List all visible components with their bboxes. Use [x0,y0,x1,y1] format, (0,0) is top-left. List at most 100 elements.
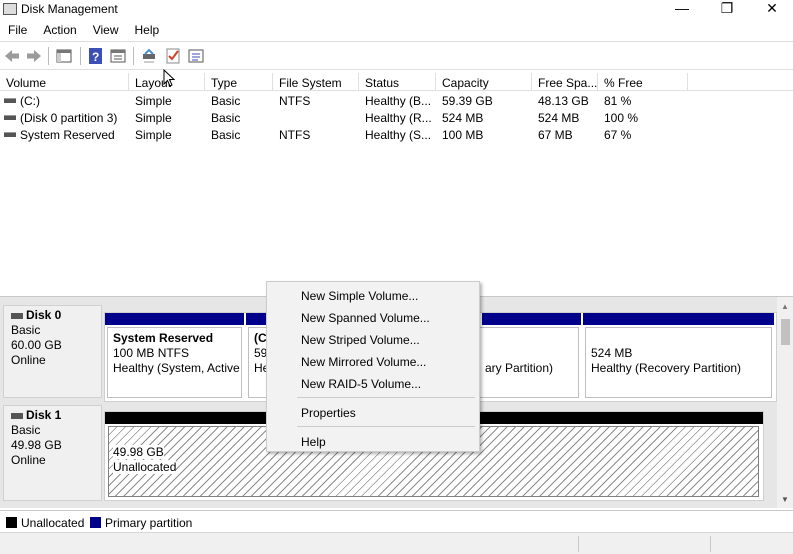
unallocated-swatch [6,517,17,528]
disk-0-label[interactable]: Disk 0 Basic 60.00 GB Online [3,305,102,398]
primary-partition-bar [105,313,246,325]
disk-state: Online [11,453,46,467]
disk-icon [11,312,23,319]
volume-name: (C:) [20,94,40,108]
column-header-volume[interactable]: Volume [0,73,129,91]
partition-system-reserved[interactable]: System Reserved 100 MB NTFS Healthy (Sys… [105,313,246,401]
legend-item-unallocated: Unallocated [6,516,84,530]
volume-status: Healthy (S... [365,128,432,142]
column-header-free-space[interactable]: Free Spa... [532,73,598,91]
toolbar-separator [133,47,134,65]
partition-status: Healthy (System, Active [113,361,240,375]
partition-body: ary Partition) [480,327,579,398]
check-icon[interactable] [164,47,182,65]
disk-state: Online [11,353,46,367]
disk-management-app-icon [3,3,17,15]
vertical-scrollbar[interactable]: ▲ ▼ [777,297,793,508]
volume-free-space: 524 MB [538,111,580,125]
partition-c-continued[interactable]: ary Partition) [480,313,583,401]
volume-capacity: 100 MB [442,128,484,142]
volume-row[interactable]: (Disk 0 partition 3) Simple Basic Health… [0,109,793,126]
list-icon[interactable] [187,47,205,65]
menu-item-help[interactable]: Help [267,430,479,452]
column-header-status[interactable]: Status [359,73,436,91]
toolbar-separator [80,47,81,65]
volume-file-system: NTFS [279,94,311,108]
partition-status: ary Partition) [485,361,554,375]
properties-icon[interactable] [109,47,127,65]
partition-size: 100 MB NTFS [113,346,190,360]
menu-file[interactable]: File [0,20,35,40]
disk-type: Basic [11,423,41,437]
column-header-file-system[interactable]: File System [273,73,359,91]
disk-type: Basic [11,323,41,337]
partition-size: 524 MB [591,346,633,360]
volume-type: Basic [211,111,241,125]
column-header-percent-free[interactable]: % Free [598,73,688,91]
volume-free-space: 67 MB [538,128,573,142]
primary-partition-bar [583,313,776,325]
legend: Unallocated Primary partition [0,510,793,532]
minimize-button[interactable]: — [659,0,705,20]
help-icon[interactable]: ? [87,47,105,65]
toolbar: ? [0,41,793,70]
partition-body: 524 MB Healthy (Recovery Partition) [585,327,772,398]
volume-row[interactable]: (C:) Simple Basic NTFS Healthy (B... 59.… [0,92,793,109]
show-hide-console-tree-icon[interactable] [55,47,73,65]
menu-item-new-raid5-volume[interactable]: New RAID-5 Volume... [267,372,479,394]
volume-file-system [279,109,357,111]
close-button[interactable]: ✕ [749,0,793,20]
legend-label: Primary partition [105,516,193,530]
partition-name [485,331,573,346]
volume-type: Basic [211,128,241,142]
scroll-down-icon[interactable]: ▼ [781,495,789,504]
volume-type: Basic [211,94,241,108]
volume-list: Volume Layout Type File System Status Ca… [0,72,793,296]
unallocated-size: 49.98 GB [113,445,164,459]
maximize-button[interactable]: ❐ [704,0,750,20]
menu-item-new-striped-volume[interactable]: New Striped Volume... [267,328,479,350]
volume-percent-free: 81 % [604,94,632,108]
partition-name [591,331,766,346]
status-separator [578,536,579,552]
volume-name: (Disk 0 partition 3) [20,111,118,125]
volume-name: System Reserved [20,128,115,142]
status-separator [710,536,711,552]
partition-name: System Reserved [113,331,214,345]
menu-item-new-spanned-volume[interactable]: New Spanned Volume... [267,306,479,328]
menu-item-properties[interactable]: Properties [267,401,479,423]
volume-status: Healthy (R... [365,111,432,125]
menu-action[interactable]: Action [35,20,84,40]
partition-size [485,346,573,361]
legend-label: Unallocated [21,516,85,530]
primary-partition-swatch [90,517,101,528]
disk-size: 49.98 GB [11,438,62,452]
mouse-cursor-icon [163,69,175,87]
menu-item-new-simple-volume[interactable]: New Simple Volume... [267,284,479,306]
unallocated-label: Unallocated [113,460,177,474]
volume-layout: Simple [135,94,172,108]
connect-disk-icon[interactable] [140,47,158,65]
toolbar-separator [48,47,49,65]
menu-view[interactable]: View [85,20,127,40]
volume-file-system: NTFS [279,128,311,142]
context-menu: New Simple Volume... New Spanned Volume.… [266,281,480,452]
volume-icon [4,98,16,103]
back-icon[interactable] [3,47,21,65]
scroll-thumb[interactable] [781,319,790,345]
disk-icon [11,412,23,419]
menu-bar: File Action View Help [0,20,793,40]
column-header-type[interactable]: Type [205,73,273,91]
scroll-up-icon[interactable]: ▲ [781,302,789,311]
menu-help[interactable]: Help [127,20,168,40]
partition-recovery[interactable]: 524 MB Healthy (Recovery Partition) [583,313,776,401]
svg-text:?: ? [92,50,99,64]
disk-1-label[interactable]: Disk 1 Basic 49.98 GB Online [3,405,102,501]
forward-icon[interactable] [25,47,43,65]
volume-capacity: 59.39 GB [442,94,493,108]
volume-row[interactable]: System Reserved Simple Basic NTFS Health… [0,126,793,143]
column-header-capacity[interactable]: Capacity [436,73,532,91]
volume-free-space: 48.13 GB [538,94,589,108]
menu-item-new-mirrored-volume[interactable]: New Mirrored Volume... [267,350,479,372]
volume-icon [4,115,16,120]
